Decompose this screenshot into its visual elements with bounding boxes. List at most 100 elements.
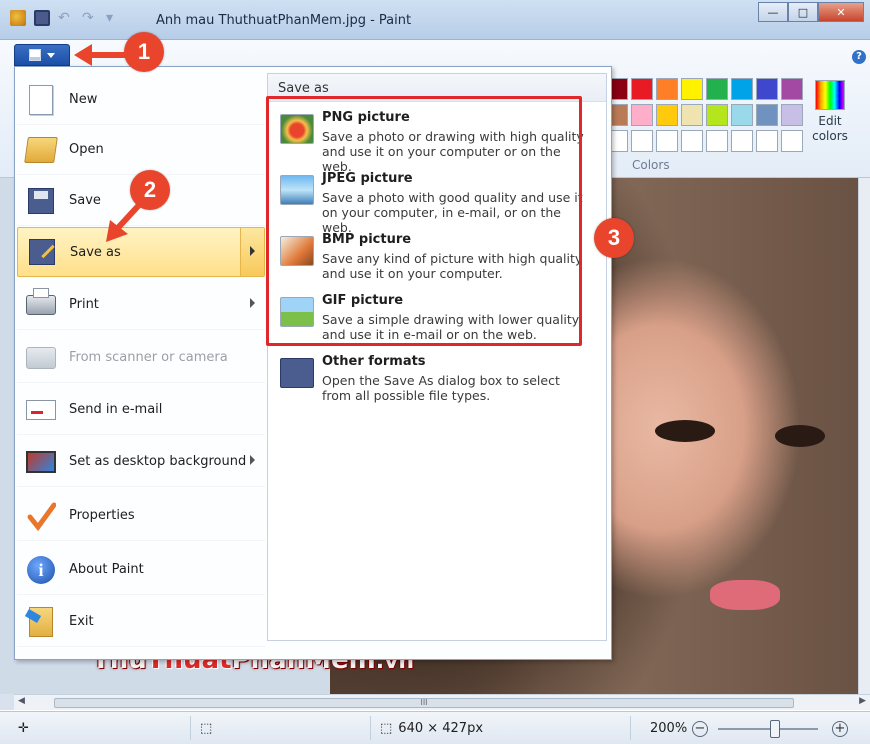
menu-item-set-as-desktop-background[interactable]: Set as desktop background xyxy=(17,437,265,487)
help-icon[interactable]: ? xyxy=(852,50,866,64)
menu-item-new[interactable]: New xyxy=(17,75,265,125)
title-bar: ↶ ↷ ▾ Anh mau ThuthuatPhanMem.jpg - Pain… xyxy=(0,0,870,40)
cursor-position-icon: ✛ xyxy=(18,721,29,736)
submenu-arrow-icon xyxy=(250,298,255,308)
horizontal-scrollbar[interactable]: ◀ III ▶ xyxy=(14,694,870,710)
save-as-option-description: Open the Save As dialog box to select fr… xyxy=(322,373,560,403)
zoom-slider-track[interactable] xyxy=(718,728,818,730)
undo-icon[interactable]: ↶ xyxy=(58,10,74,26)
swatch-row-1 xyxy=(606,78,806,100)
status-separator xyxy=(190,716,191,740)
save-as-icon xyxy=(24,234,60,270)
scroll-left-icon[interactable]: ◀ xyxy=(18,696,25,706)
zoom-in-button[interactable]: + xyxy=(832,721,848,737)
menu-item-label: Print xyxy=(69,297,99,312)
scroll-right-icon[interactable]: ▶ xyxy=(859,696,866,706)
edit-colors-button[interactable]: Edit colors xyxy=(810,80,850,144)
zoom-out-button[interactable]: − xyxy=(692,721,708,737)
document-icon xyxy=(29,49,41,61)
color-swatch[interactable] xyxy=(706,78,728,100)
file-menu-button[interactable] xyxy=(14,44,70,66)
paint-window: ↶ ↷ ▾ Anh mau ThuthuatPhanMem.jpg - Pain… xyxy=(0,0,870,744)
new-document-icon xyxy=(23,82,59,118)
color-swatch[interactable] xyxy=(781,104,803,126)
status-bar: ✛ ⬚ ⬚ 640 × 427px 200% − + xyxy=(0,711,870,744)
vertical-scrollbar[interactable] xyxy=(858,178,870,694)
swatch-row-2 xyxy=(606,104,806,126)
menu-item-label: From scanner or camera xyxy=(69,350,228,365)
color-swatch[interactable] xyxy=(631,130,653,152)
color-swatch[interactable] xyxy=(781,130,803,152)
image-size-readout: ⬚ 640 × 427px xyxy=(380,721,483,736)
menu-item-print[interactable]: Print xyxy=(17,280,265,330)
color-swatch[interactable] xyxy=(756,130,778,152)
color-swatch[interactable] xyxy=(706,130,728,152)
color-swatch[interactable] xyxy=(731,78,753,100)
submenu-arrow-icon xyxy=(250,246,255,256)
menu-item-label: New xyxy=(69,92,98,107)
save-as-option-title: Other formats xyxy=(322,354,426,369)
quick-save-icon[interactable] xyxy=(34,10,50,26)
menu-item-exit[interactable]: Exit xyxy=(17,597,265,647)
status-separator xyxy=(630,716,631,740)
zoom-level: 200% xyxy=(650,721,688,736)
menu-item-from-scanner-or-camera: From scanner or camera xyxy=(17,333,265,383)
color-swatch[interactable] xyxy=(681,78,703,100)
color-swatch[interactable] xyxy=(656,78,678,100)
callout-arrow-2 xyxy=(106,201,143,242)
minimize-button[interactable]: — xyxy=(758,2,788,22)
menu-item-label: Exit xyxy=(69,614,94,629)
color-swatch[interactable] xyxy=(781,78,803,100)
menu-item-label: Save xyxy=(69,193,101,208)
redo-icon[interactable]: ↷ xyxy=(82,10,98,26)
save-disk-icon xyxy=(23,183,59,219)
status-separator xyxy=(370,716,371,740)
quick-access-toolbar: ↶ ↷ ▾ xyxy=(10,10,122,26)
selection-size-icon: ⬚ xyxy=(200,721,213,736)
swatch-row-3 xyxy=(606,130,806,152)
save-as-option-other-formats[interactable]: Other formats Open the Save As dialog box… xyxy=(274,354,600,414)
submenu-arrow-icon xyxy=(250,455,255,465)
window-controls: — □ ✕ xyxy=(758,2,864,22)
image-size-text: 640 × 427px xyxy=(398,721,484,736)
menu-item-label: About Paint xyxy=(69,562,144,577)
color-swatch[interactable] xyxy=(731,104,753,126)
color-swatch[interactable] xyxy=(656,104,678,126)
menu-item-send-in-e-mail[interactable]: Send in e-mail xyxy=(17,385,265,435)
scanner-icon xyxy=(23,340,59,376)
color-swatch[interactable] xyxy=(681,130,703,152)
highlight-box xyxy=(266,96,582,346)
color-swatch[interactable] xyxy=(706,104,728,126)
menu-item-label: Send in e-mail xyxy=(69,402,163,417)
other-formats-icon xyxy=(280,358,314,388)
customize-quick-access-icon[interactable]: ▾ xyxy=(106,10,122,26)
maximize-button[interactable]: □ xyxy=(788,2,818,22)
scroll-thumb[interactable]: III xyxy=(54,698,794,708)
color-palette xyxy=(606,78,806,156)
color-swatch[interactable] xyxy=(656,130,678,152)
colors-group-label: Colors xyxy=(632,158,670,172)
printer-icon xyxy=(23,287,59,323)
photo-eye-right xyxy=(775,425,825,447)
menu-item-properties[interactable]: Properties xyxy=(17,491,265,541)
paint-app-icon[interactable] xyxy=(10,10,26,26)
window-title: Anh mau ThuthuatPhanMem.jpg - Paint xyxy=(156,13,412,28)
color-swatch[interactable] xyxy=(631,104,653,126)
zoom-slider-thumb[interactable] xyxy=(770,720,780,738)
color-swatch[interactable] xyxy=(731,130,753,152)
email-icon xyxy=(23,392,59,428)
edit-colors-icon xyxy=(815,80,845,110)
menu-item-label: Open xyxy=(69,142,104,157)
close-button[interactable]: ✕ xyxy=(818,2,864,22)
menu-item-about-paint[interactable]: i About Paint xyxy=(17,545,265,595)
color-swatch[interactable] xyxy=(756,78,778,100)
dropdown-arrow-icon xyxy=(47,52,55,58)
color-swatch[interactable] xyxy=(756,104,778,126)
edit-colors-label: Edit colors xyxy=(812,114,848,143)
color-swatch[interactable] xyxy=(631,78,653,100)
callout-badge-3: 3 xyxy=(594,218,634,258)
color-swatch[interactable] xyxy=(681,104,703,126)
photo-eye-left xyxy=(655,420,715,442)
menu-item-open[interactable]: Open xyxy=(17,125,265,175)
checkmark-icon xyxy=(23,498,59,534)
